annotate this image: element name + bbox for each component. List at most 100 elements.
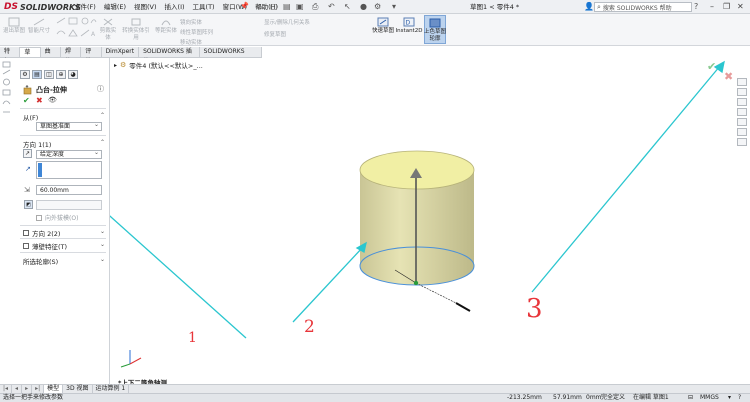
tab-features[interactable]: 特征 bbox=[0, 47, 21, 65]
rebuild-icon[interactable]: ● bbox=[360, 2, 367, 12]
origin-point-icon[interactable] bbox=[413, 280, 419, 286]
reverse-direction-icon[interactable]: ↗ bbox=[23, 149, 32, 158]
tab-solidworks-addins[interactable]: SOLIDWORKS 插件 bbox=[139, 47, 200, 65]
tab-motion-study[interactable]: 运动算例 1 bbox=[93, 385, 130, 393]
undo-icon[interactable]: ↶ bbox=[328, 2, 335, 12]
selected-contours-header[interactable]: 所选轮廓(S) bbox=[23, 256, 58, 266]
trim-entities-button[interactable]: 剪裁实体 bbox=[98, 17, 118, 42]
repair-sketch-button[interactable]: 修复草图 bbox=[264, 30, 310, 38]
restore-icon[interactable]: ❐ bbox=[723, 1, 730, 13]
design-library-tab-icon[interactable] bbox=[737, 88, 747, 96]
scroll-next-icon[interactable]: ▸ bbox=[22, 385, 33, 393]
instant2d-button[interactable]: D Instant2D bbox=[396, 17, 422, 35]
expand-caret-icon[interactable]: ⌄ bbox=[100, 228, 105, 235]
collapse-caret-icon[interactable]: ⌃ bbox=[100, 139, 105, 146]
draft-outward-checkbox[interactable] bbox=[36, 214, 42, 221]
menu-view[interactable]: 视图(V) bbox=[134, 2, 157, 12]
scroll-prev-icon[interactable]: ◂ bbox=[12, 385, 23, 393]
tab-dimxpert[interactable]: DimXpert bbox=[102, 47, 140, 57]
task-pane bbox=[737, 78, 749, 154]
open-icon[interactable]: ▤ bbox=[283, 2, 291, 12]
tab-solidworks-mbd[interactable]: SOLIDWORKS MBD bbox=[200, 47, 263, 65]
tab-evaluate[interactable]: 评估 bbox=[81, 47, 102, 65]
user-icon[interactable]: 👤 bbox=[584, 2, 594, 12]
tab-surfaces[interactable]: 曲面 bbox=[41, 47, 61, 65]
feature-manager-tab-icon[interactable]: ⚙ bbox=[20, 70, 30, 79]
mirror-entities-button[interactable]: 镜向实体 bbox=[180, 18, 213, 26]
minimize-icon[interactable]: – bbox=[710, 1, 714, 13]
rebuild-status-icon[interactable]: ⊟ bbox=[688, 394, 693, 402]
smart-dimension-button[interactable]: 智能尺寸 bbox=[28, 17, 50, 35]
menu-insert[interactable]: 插入(I) bbox=[165, 2, 185, 12]
linear-pattern-button[interactable]: 线性草图阵列 bbox=[180, 28, 213, 36]
help-search-box[interactable]: ⌕ 搜索 SOLIDWORKS 帮助 bbox=[594, 2, 692, 12]
view-palette-tab-icon[interactable] bbox=[737, 108, 747, 116]
tab-sketch[interactable]: 草图 bbox=[20, 47, 41, 66]
options-icon[interactable]: ⚙ bbox=[374, 2, 381, 12]
units-label[interactable]: MMGS bbox=[700, 394, 719, 402]
sketch-entity-icons[interactable]: A bbox=[55, 16, 97, 42]
close-window-icon[interactable]: ✕ bbox=[737, 1, 744, 13]
scroll-last-icon[interactable]: ▸| bbox=[32, 385, 45, 393]
status-definition-state: 完全定义 bbox=[601, 394, 626, 401]
convert-entities-button[interactable]: 转换实体引用 bbox=[121, 17, 151, 42]
quick-access-dropdown-icon[interactable]: ▾ bbox=[392, 2, 396, 12]
depth-dimension-tag-icon[interactable] bbox=[455, 302, 471, 312]
help-icon[interactable]: ? bbox=[694, 2, 698, 12]
direction-selection-box[interactable] bbox=[36, 161, 102, 179]
configuration-manager-tab-icon[interactable]: ◫ bbox=[44, 70, 54, 79]
property-manager-tab-icon[interactable]: ▤ bbox=[32, 70, 42, 79]
solidworks-logo[interactable]: DS SOLIDWORKS bbox=[4, 2, 81, 12]
detailed-preview-eye-icon[interactable]: 👁 bbox=[48, 96, 57, 104]
direction2-section[interactable]: 方向 2(2) bbox=[23, 228, 60, 238]
expand-caret-icon[interactable]: ⌄ bbox=[100, 241, 105, 248]
tab-3d-views[interactable]: 3D 视图 bbox=[63, 385, 93, 393]
exit-sketch-button[interactable]: 退出草图 bbox=[3, 17, 25, 35]
menu-file[interactable]: 文件(F) bbox=[74, 2, 96, 12]
cancel-x-icon[interactable]: ✖ bbox=[36, 96, 43, 105]
menu-edit[interactable]: 编辑(E) bbox=[104, 2, 126, 12]
scroll-first-icon[interactable]: |◂ bbox=[0, 385, 13, 393]
tab-weldments[interactable]: 焊件 bbox=[61, 47, 82, 65]
select-icon[interactable]: ↖ bbox=[344, 2, 351, 12]
expand-caret-icon[interactable]: ⌄ bbox=[100, 256, 105, 263]
resources-tab-icon[interactable] bbox=[737, 78, 747, 86]
file-explorer-tab-icon[interactable] bbox=[737, 98, 747, 106]
collapse-caret-icon[interactable]: ⌃ bbox=[100, 112, 105, 119]
help-circle-icon[interactable]: ⓘ bbox=[97, 84, 104, 94]
menu-tools[interactable]: 工具(T) bbox=[193, 2, 215, 12]
from-section-header[interactable]: 从(F) bbox=[23, 112, 38, 122]
thin-feature-section[interactable]: 薄壁特征(T) bbox=[23, 241, 67, 251]
appearances-tab-icon[interactable] bbox=[737, 118, 747, 126]
ok-check-icon[interactable]: ✔ bbox=[23, 96, 30, 105]
custom-properties-tab-icon[interactable] bbox=[737, 128, 747, 136]
status-options-icon[interactable]: ▾ bbox=[728, 394, 731, 402]
home-icon[interactable]: ⌂ bbox=[257, 2, 262, 12]
from-start-condition-dropdown[interactable]: 草图基准面 bbox=[36, 121, 102, 131]
pin-icon[interactable]: 📌 bbox=[240, 2, 249, 10]
status-editing: 在编辑 草图1 bbox=[633, 394, 669, 401]
thin-feature-checkbox[interactable] bbox=[23, 243, 29, 249]
direction2-checkbox[interactable] bbox=[23, 230, 29, 236]
move-entities-button[interactable]: 移动实体 bbox=[180, 38, 213, 46]
direction1-section-header[interactable]: 方向 1(1) bbox=[23, 139, 51, 149]
shaded-sketch-contours-button[interactable]: 上色草图轮廓 bbox=[424, 15, 446, 44]
draft-angle-input[interactable] bbox=[36, 200, 102, 210]
view-triad[interactable] bbox=[120, 350, 142, 368]
display-manager-tab-icon[interactable]: ◕ bbox=[68, 70, 78, 79]
sketch-mini-tools[interactable] bbox=[0, 58, 18, 118]
tab-model[interactable]: 模型 bbox=[44, 385, 64, 393]
offset-entities-button[interactable]: 等距实体 bbox=[155, 17, 177, 35]
draft-outward-option[interactable]: 向外拔模(O) bbox=[36, 213, 78, 222]
new-document-icon[interactable]: ▢ bbox=[270, 2, 278, 12]
save-icon[interactable]: ▣ bbox=[296, 2, 304, 12]
depth-input[interactable]: 60.00mm bbox=[36, 185, 102, 195]
rapid-sketch-button[interactable]: 快速草图 bbox=[372, 17, 394, 35]
print-icon[interactable]: ⎙ bbox=[312, 2, 318, 12]
status-help-icon[interactable]: ? bbox=[738, 394, 741, 402]
display-relations-button[interactable]: 显示/删除几何关系 bbox=[264, 18, 310, 26]
forum-tab-icon[interactable] bbox=[737, 138, 747, 146]
end-condition-dropdown[interactable]: 给定深度 bbox=[36, 149, 102, 159]
dimxpert-manager-tab-icon[interactable]: ⊕ bbox=[56, 70, 66, 79]
draft-toggle-icon[interactable]: ◩ bbox=[24, 200, 33, 209]
